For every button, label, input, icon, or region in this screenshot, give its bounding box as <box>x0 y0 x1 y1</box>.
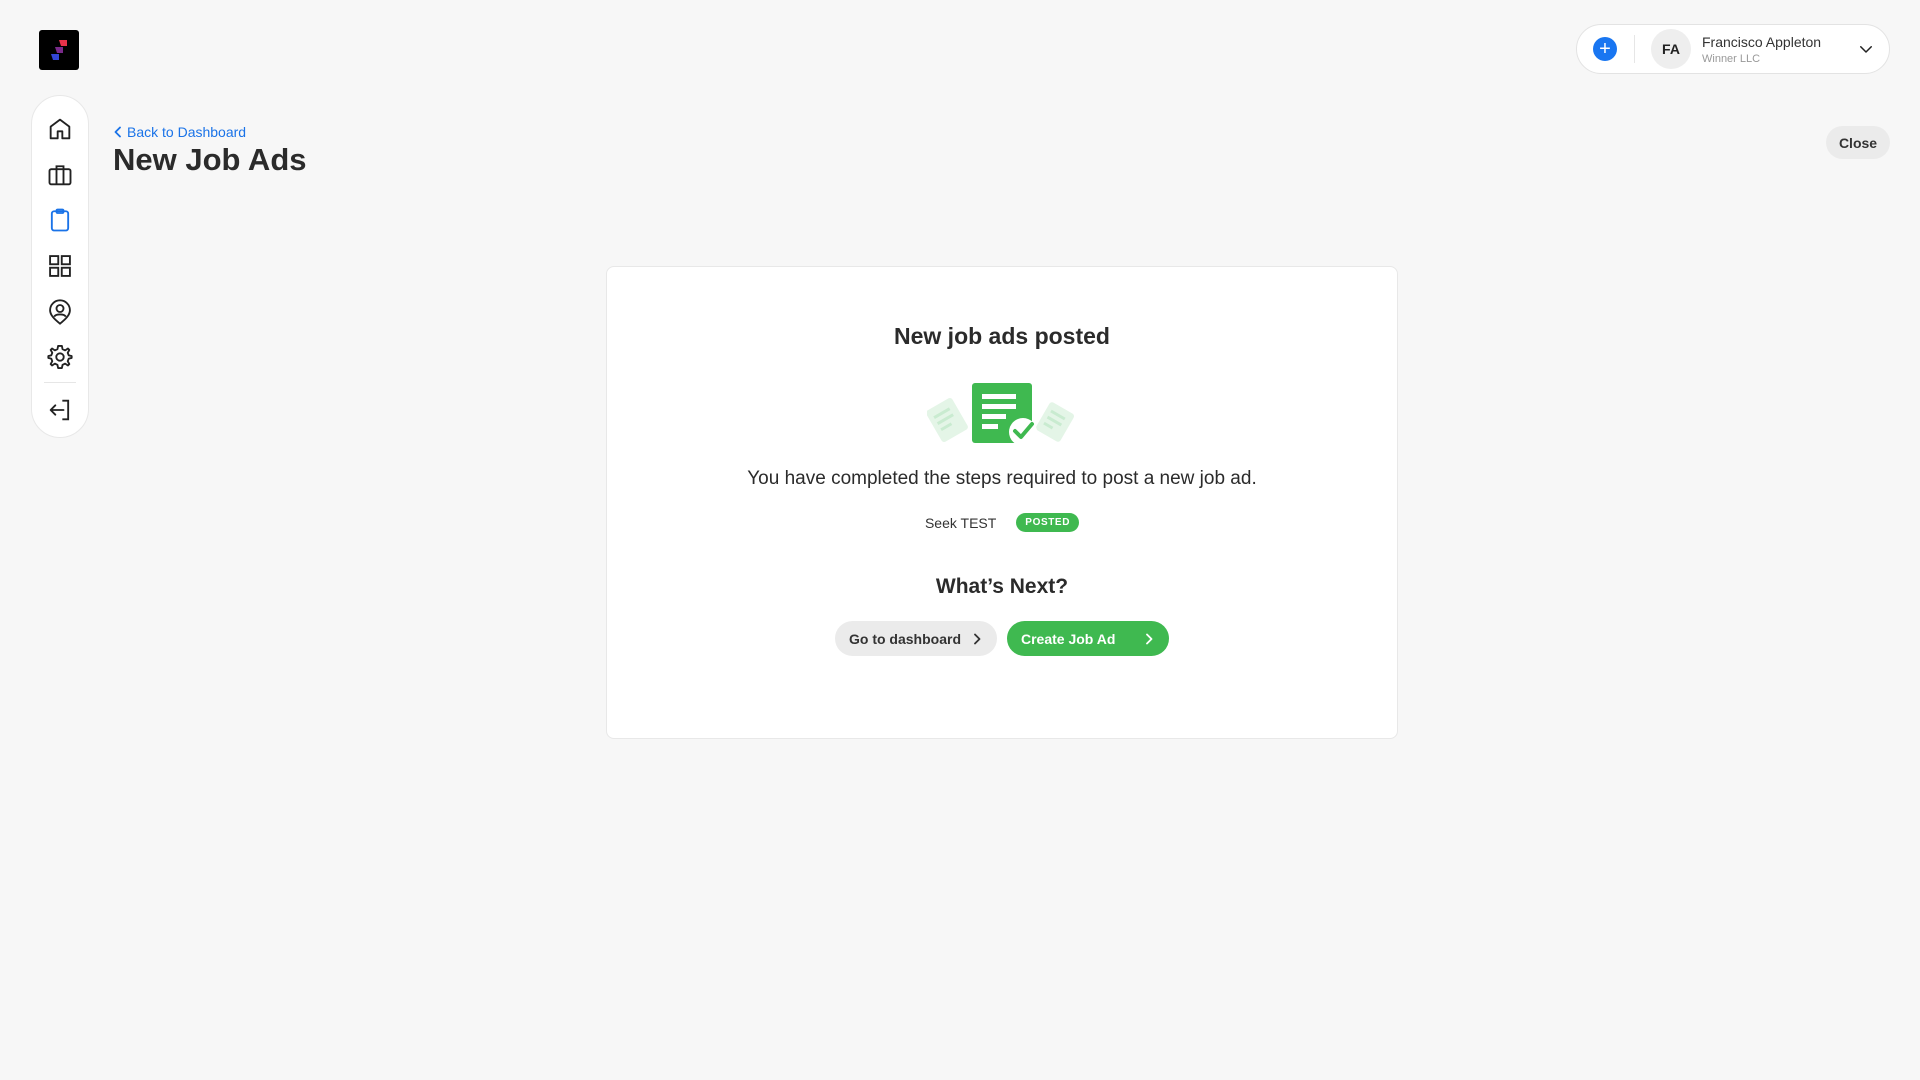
create-job-ad-button[interactable]: Create Job Ad <box>1007 621 1169 656</box>
sidebar <box>31 95 89 438</box>
chevron-right-icon <box>1146 633 1153 644</box>
sidebar-item-jobs[interactable] <box>40 156 80 194</box>
sidebar-item-profile[interactable] <box>40 293 80 331</box>
user-menu: + FA Francisco Appleton Winner LLC <box>1576 24 1890 74</box>
back-to-dashboard-link[interactable]: Back to Dashboard <box>113 124 246 140</box>
chevron-left-icon <box>114 126 121 138</box>
whats-next-title: What’s Next? <box>935 575 1069 598</box>
sidebar-divider <box>44 382 76 384</box>
user-name: Francisco Appleton <box>1702 33 1822 50</box>
chevron-down-icon[interactable] <box>1857 40 1875 58</box>
sidebar-item-settings[interactable] <box>40 339 80 377</box>
sidebar-item-apps[interactable] <box>40 247 80 285</box>
clipboard-icon <box>50 208 70 232</box>
job-ad-posted-icon <box>927 383 1075 446</box>
success-card: New job ads posted You have completed th… <box>606 266 1398 739</box>
status-badge: POSTED <box>1016 513 1080 532</box>
add-button[interactable]: + <box>1593 37 1617 61</box>
logout-icon <box>49 399 70 421</box>
user-info: Francisco Appleton Winner LLC <box>1702 34 1821 65</box>
avatar[interactable]: FA <box>1651 29 1691 69</box>
card-title: New job ads posted <box>894 323 1110 349</box>
gear-icon <box>47 345 73 370</box>
grid-icon <box>49 255 71 277</box>
plus-icon: + <box>1599 38 1611 60</box>
user-menu-divider <box>1634 35 1635 63</box>
create-job-ad-label: Create Job Ad <box>1021 630 1116 647</box>
sidebar-item-logout[interactable] <box>40 391 80 429</box>
briefcase-icon <box>48 164 72 185</box>
chevron-right-icon <box>974 633 981 644</box>
next-actions: Go to dashboard Create Job Ad <box>835 621 1169 656</box>
sidebar-item-home[interactable] <box>40 110 80 148</box>
home-icon <box>49 118 71 140</box>
sidebar-item-job-ads[interactable] <box>40 201 80 239</box>
logo-mark-icon <box>51 40 67 60</box>
user-company: Winner LLC <box>1702 52 1761 65</box>
back-link-label: Back to Dashboard <box>127 124 247 140</box>
page-title: New Job Ads <box>113 142 307 177</box>
job-board-name: Seek TEST <box>924 514 997 531</box>
job-board-row: Seek TEST POSTED <box>924 513 1080 532</box>
app-logo[interactable] <box>39 30 79 70</box>
user-pin-icon <box>49 299 71 325</box>
completion-message: You have completed the steps required to… <box>747 468 1257 489</box>
go-to-dashboard-button[interactable]: Go to dashboard <box>835 621 997 656</box>
close-button[interactable]: Close <box>1826 126 1890 159</box>
go-to-dashboard-label: Go to dashboard <box>849 630 961 647</box>
